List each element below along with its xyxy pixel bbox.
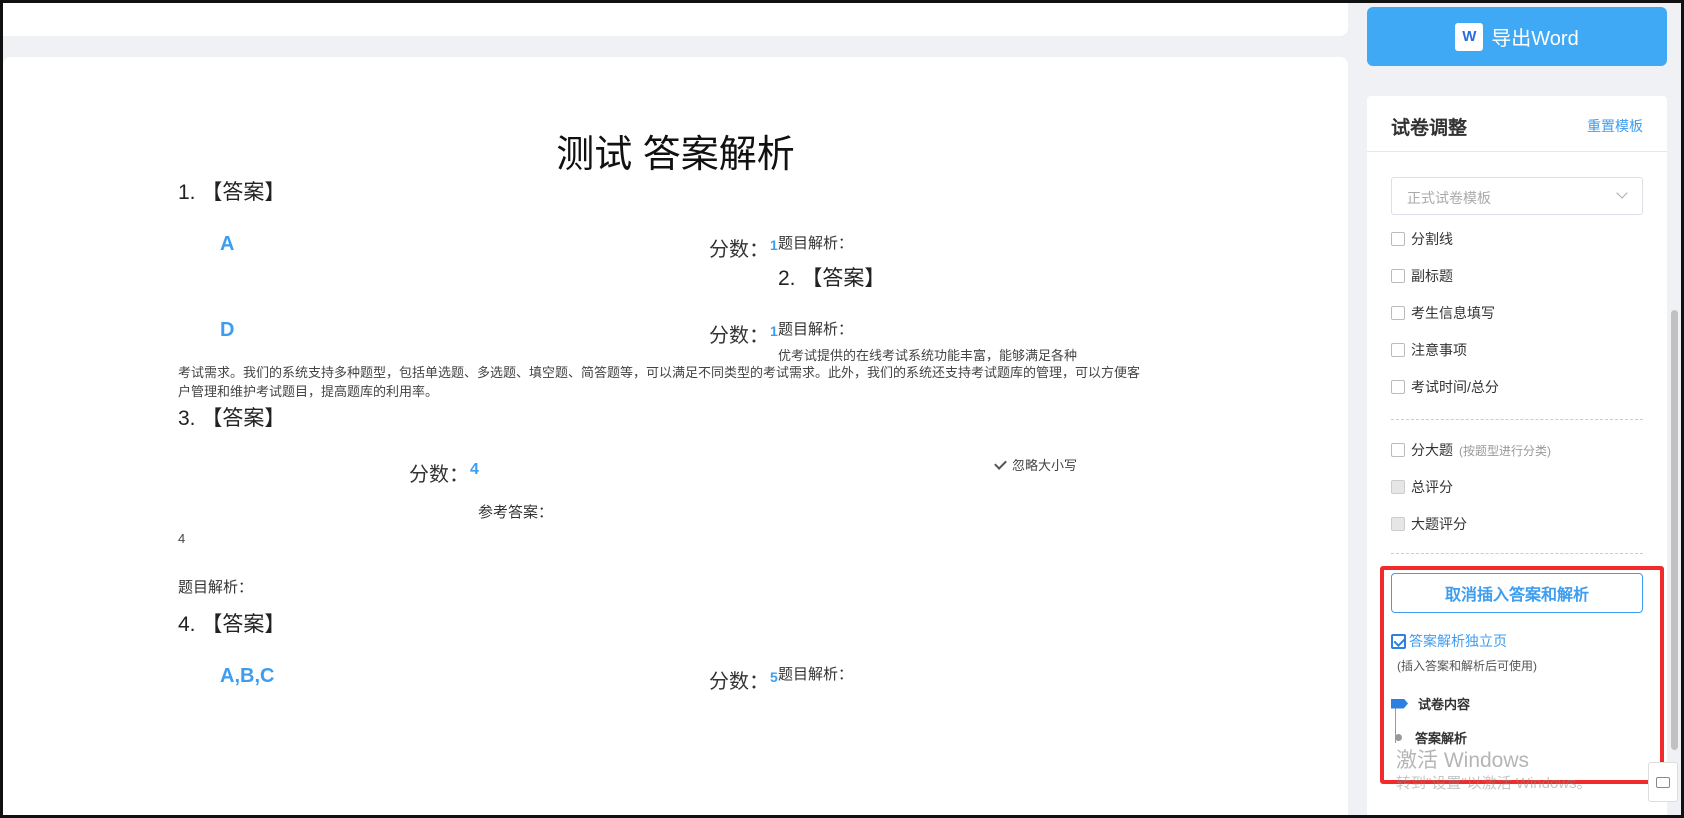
option-total-score: 总评分 bbox=[1391, 477, 1453, 497]
reference-answer-label: 参考答案： bbox=[478, 504, 554, 521]
panel-title: 试卷调整 bbox=[1391, 118, 1468, 139]
option-label: 考生信息填写 bbox=[1411, 305, 1495, 321]
checkbox-checked[interactable] bbox=[1391, 633, 1406, 649]
question-4-score: 5 bbox=[770, 669, 778, 685]
export-word-label: 导出Word bbox=[1491, 28, 1579, 50]
chat-icon[interactable] bbox=[1648, 762, 1678, 802]
step-label: 试卷内容 bbox=[1418, 697, 1471, 712]
question-1-analysis-label: 题目解析： bbox=[778, 235, 854, 252]
independent-page-label: 答案解析独立页 bbox=[1409, 633, 1507, 649]
question-2-score-label: 分数： bbox=[709, 325, 769, 347]
checkbox[interactable] bbox=[1391, 306, 1405, 320]
option-label: 注意事项 bbox=[1411, 342, 1467, 358]
question-4-score-label: 分数： bbox=[709, 671, 769, 693]
previous-page-strip bbox=[3, 3, 1348, 36]
question-2-score: 1 bbox=[770, 323, 778, 339]
option-label: 考试时间/总分 bbox=[1411, 379, 1499, 395]
independent-page-note: (插入答案和解析后可使用) bbox=[1397, 659, 1537, 673]
scrollbar-thumb[interactable] bbox=[1671, 310, 1678, 750]
option-candidate-info[interactable]: 考生信息填写 bbox=[1391, 303, 1495, 323]
windows-activation-subtext: 转到"设置"以激活 Windows。 bbox=[1396, 775, 1592, 792]
ignore-case-note: 忽略大小写 bbox=[994, 455, 1078, 474]
option-label: 总评分 bbox=[1411, 479, 1453, 495]
check-icon bbox=[994, 457, 1007, 470]
paper-adjust-panel: 试卷调整 重置模板 正式试卷模板 分割线 副标题 考生信息填写 注意事项 考试时… bbox=[1367, 96, 1667, 818]
question-3-heading: 3. 【答案】 bbox=[178, 407, 286, 430]
question-3-score-label: 分数： bbox=[409, 464, 469, 486]
checkbox[interactable] bbox=[1391, 443, 1405, 457]
template-select[interactable]: 正式试卷模板 bbox=[1391, 177, 1643, 215]
option-hint: (按题型进行分类) bbox=[1459, 443, 1551, 458]
dashed-divider bbox=[1391, 553, 1643, 554]
question-1-score-label: 分数： bbox=[709, 239, 769, 261]
question-1-answer: A bbox=[220, 233, 235, 255]
page-title: 测试 答案解析 bbox=[556, 134, 795, 176]
exam-paper: 测试 答案解析 1. 【答案】 A 分数： 1 题目解析： 2. 【答案】 D … bbox=[3, 57, 1348, 818]
checkbox-disabled bbox=[1391, 480, 1405, 494]
checkbox[interactable] bbox=[1391, 269, 1405, 283]
checkbox[interactable] bbox=[1391, 343, 1405, 357]
option-subtitle[interactable]: 副标题 bbox=[1391, 266, 1453, 286]
question-2-answer: D bbox=[220, 319, 235, 341]
cancel-insert-answers-button[interactable]: 取消插入答案和解析 bbox=[1391, 573, 1643, 613]
question-3-score: 4 bbox=[470, 461, 479, 478]
option-exam-time-total[interactable]: 考试时间/总分 bbox=[1391, 377, 1499, 397]
dashed-divider bbox=[1391, 419, 1643, 420]
chevron-down-icon bbox=[1616, 187, 1628, 199]
option-group-by-type[interactable]: 分大题 (按题型进行分类) bbox=[1391, 440, 1551, 460]
panel-header: 试卷调整 重置模板 bbox=[1367, 96, 1667, 152]
checkbox[interactable] bbox=[1391, 232, 1405, 246]
dot-icon bbox=[1395, 734, 1402, 741]
independent-page-option[interactable]: 答案解析独立页 bbox=[1391, 631, 1507, 651]
ignore-case-label: 忽略大小写 bbox=[1012, 458, 1078, 473]
question-4-heading: 4. 【答案】 bbox=[178, 613, 286, 636]
option-label: 分割线 bbox=[1411, 231, 1453, 247]
checkbox-disabled bbox=[1391, 517, 1405, 531]
question-1-score: 1 bbox=[770, 237, 778, 253]
option-label: 大题评分 bbox=[1411, 516, 1467, 532]
option-section-score: 大题评分 bbox=[1391, 514, 1467, 534]
question-2-analysis-text: 考试需求。我们的系统支持多种题型，包括单选题、多选题、填空题、简答题等，可以满足… bbox=[178, 365, 1141, 399]
question-2-heading: 2. 【答案】 bbox=[778, 267, 886, 290]
flag-icon bbox=[1391, 698, 1408, 709]
option-notes[interactable]: 注意事项 bbox=[1391, 340, 1467, 360]
template-select-value: 正式试卷模板 bbox=[1407, 190, 1491, 206]
question-4-answer: A,B,C bbox=[220, 665, 275, 687]
option-label: 副标题 bbox=[1411, 268, 1453, 284]
export-word-button[interactable]: W 导出Word bbox=[1367, 7, 1667, 66]
checkbox[interactable] bbox=[1391, 380, 1405, 394]
step-paper-content[interactable]: 试卷内容 bbox=[1391, 694, 1470, 713]
word-icon: W bbox=[1455, 22, 1488, 51]
question-4-analysis-label: 题目解析： bbox=[778, 666, 854, 683]
option-label: 分大题 bbox=[1411, 442, 1453, 458]
reset-template-link[interactable]: 重置模板 bbox=[1587, 116, 1643, 136]
windows-activation-watermark: 激活 Windows bbox=[1396, 749, 1530, 772]
question-2-analysis-label: 题目解析： bbox=[778, 321, 854, 338]
question-3-analysis-label: 题目解析： bbox=[178, 579, 254, 596]
question-1-heading: 1. 【答案】 bbox=[178, 181, 286, 204]
option-divider-line[interactable]: 分割线 bbox=[1391, 229, 1453, 249]
reference-answer-value: 4 bbox=[178, 531, 186, 546]
